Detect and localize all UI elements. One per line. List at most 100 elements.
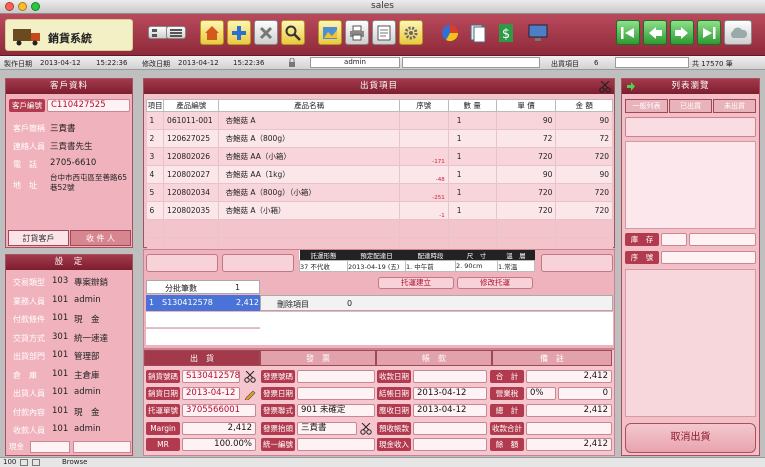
item-row[interactable]: 4 120802027 杏鮑菇 AA（1kg） -48 1 90 90 — [146, 165, 613, 184]
consign-create-button[interactable]: 托運建立 — [378, 277, 454, 289]
invoice-date-field[interactable] — [297, 387, 375, 400]
address-value[interactable]: 台中市西屯區至善路65巷52號 — [50, 173, 132, 193]
money-button[interactable]: $ — [494, 20, 518, 45]
zoom-level[interactable]: 100 — [3, 458, 16, 466]
invoice-type-field[interactable]: 901 未確定 — [297, 404, 375, 417]
phone-value[interactable]: 2705-6610 — [50, 158, 96, 168]
item-row-empty[interactable] — [146, 219, 613, 238]
recv-date-field[interactable] — [413, 370, 487, 383]
item-row[interactable]: 6 120802035 杏鮑菇 A（小箱） -1 1 720 720 — [146, 201, 613, 220]
ship-no-field[interactable]: S130412578 — [182, 370, 240, 383]
consign-row[interactable]: 37 不代收 2013-04-19 (五) 1. 中午前 2. 90cm 1.常… — [299, 260, 535, 272]
setting-code[interactable]: 101 — [52, 369, 68, 379]
balance-field: 2,412 — [526, 438, 612, 451]
tax-id-field[interactable] — [297, 438, 375, 451]
item-price: 720 — [496, 147, 557, 166]
item-no: 6 — [146, 201, 165, 220]
consign-no-field[interactable]: 3705566001 — [182, 404, 256, 417]
list-area[interactable] — [625, 141, 756, 229]
bottom-tab[interactable]: 備 註 — [492, 350, 612, 366]
list-tab[interactable]: 一般列表 — [625, 99, 668, 113]
tax-id-label: 統一編號 — [261, 438, 295, 451]
customer-code-field[interactable]: C110427525 — [47, 99, 130, 112]
item-row[interactable]: 5 120802034 杏鮑菇 A（800g）（小箱） -251 1 720 720 — [146, 183, 613, 202]
list-tab[interactable]: 未出貨 — [713, 99, 756, 113]
consign-modify-button[interactable]: 修改托運 — [457, 277, 533, 289]
invoice-no-label: 發票號碼 — [261, 370, 295, 383]
home-button[interactable] — [200, 20, 224, 45]
setting-code[interactable]: 301 — [52, 332, 68, 342]
invoice-head-field[interactable]: 三貢書 — [297, 422, 357, 435]
setting-code[interactable]: 103 — [52, 276, 68, 286]
tax-rate-field[interactable]: 0% — [526, 387, 556, 400]
pencil-icon[interactable] — [244, 388, 256, 400]
blank-field-1[interactable] — [146, 254, 218, 272]
cloud-button[interactable] — [724, 20, 752, 45]
print-button[interactable] — [345, 20, 369, 45]
item-row[interactable]: 2 120627025 杏鮑菇 A（800g） 1 72 72 — [146, 129, 613, 148]
arrow-right-icon[interactable] — [626, 82, 636, 91]
last-record-button[interactable] — [697, 20, 721, 45]
view-list-button[interactable] — [166, 26, 186, 39]
customer-short[interactable]: 三貢書 — [50, 122, 76, 134]
blank-field-3[interactable] — [541, 254, 613, 272]
setting-code[interactable]: 101 — [52, 350, 68, 360]
item-row[interactable]: 1 061011-001 杏鮑菇 A 1 90 90 — [146, 111, 613, 130]
search-button[interactable] — [281, 20, 305, 45]
batch-row[interactable]: 1 S130412578 2,412 — [146, 295, 260, 311]
cancel-shipment-button[interactable]: 取消出貨 — [625, 423, 756, 453]
customer-panel: 客戶資料 客戶編號 C110427525 客戶簡稱 三貢書 連絡人員 三貢書先生… — [5, 78, 133, 248]
first-record-button[interactable] — [616, 20, 640, 45]
items-column-header[interactable]: 單 價 — [495, 99, 557, 112]
scissors-icon[interactable] — [599, 81, 611, 93]
setting-code[interactable]: 101 — [52, 406, 68, 416]
setting-code[interactable]: 101 — [52, 313, 68, 323]
batch-row-empty-1[interactable] — [146, 312, 260, 328]
cash-field-2[interactable] — [73, 441, 131, 453]
cash-recv-field[interactable] — [413, 438, 487, 451]
items-column-header[interactable]: 序號 — [398, 99, 449, 112]
add-button[interactable] — [227, 20, 251, 45]
zoom-in-icon[interactable] — [32, 459, 40, 466]
setting-code[interactable]: 101 — [52, 387, 68, 397]
previous-record-button[interactable] — [643, 20, 667, 45]
files-button[interactable] — [466, 20, 490, 45]
batch-row-empty-2[interactable] — [146, 329, 260, 345]
tab-order-customer[interactable]: 訂貨客戶 — [8, 230, 69, 246]
cash-field[interactable] — [30, 441, 70, 453]
right-field-top[interactable] — [625, 117, 756, 137]
pre-recv-field[interactable] — [413, 422, 487, 435]
image-button[interactable] — [318, 20, 342, 45]
item-row[interactable]: 3 120802026 杏鮑菇 AA（小箱） -171 1 720 720 — [146, 147, 613, 166]
due-date-field[interactable]: 2013-04-12 — [413, 404, 487, 417]
next-record-button[interactable] — [670, 20, 694, 45]
scissors-icon[interactable] — [244, 371, 256, 383]
contact-value[interactable]: 三貢書先生 — [50, 140, 93, 152]
view-grid-button[interactable] — [148, 26, 168, 39]
bottom-tab[interactable]: 出 貨 — [144, 350, 260, 366]
items-column-header[interactable]: 數 量 — [447, 99, 497, 112]
bottom-tab[interactable]: 帳 款 — [376, 350, 492, 366]
invoice-no-field[interactable] — [297, 370, 375, 383]
setting-code[interactable]: 101 — [52, 424, 68, 434]
document-button[interactable] — [372, 20, 396, 45]
scissors-icon[interactable] — [360, 423, 372, 435]
ship-date-field[interactable]: 2013-04-12 — [182, 387, 240, 400]
delete-button[interactable] — [254, 20, 278, 45]
close-date-field[interactable]: 2013-04-12 — [413, 387, 487, 400]
setting-code[interactable]: 101 — [52, 295, 68, 305]
monitor-button[interactable] — [526, 20, 550, 45]
items-column-header[interactable]: 金 額 — [555, 99, 613, 112]
blank-field-2[interactable] — [222, 254, 294, 272]
bottom-tab[interactable]: 發 票 — [260, 350, 376, 366]
serial-list[interactable] — [625, 269, 756, 417]
tab-receiver[interactable]: 收 件 人 — [70, 230, 131, 246]
chart-button[interactable] — [438, 20, 462, 45]
items-column-header[interactable]: 產品名稱 — [218, 99, 400, 112]
zoom-out-icon[interactable] — [20, 459, 28, 466]
items-column-header[interactable]: 項目 — [145, 99, 165, 112]
items-column-header[interactable]: 產品編號 — [163, 99, 220, 112]
settings-button[interactable] — [399, 20, 423, 45]
ship-date-label: 銷貨日期 — [146, 387, 180, 400]
list-tab[interactable]: 已出貨 — [669, 99, 712, 113]
